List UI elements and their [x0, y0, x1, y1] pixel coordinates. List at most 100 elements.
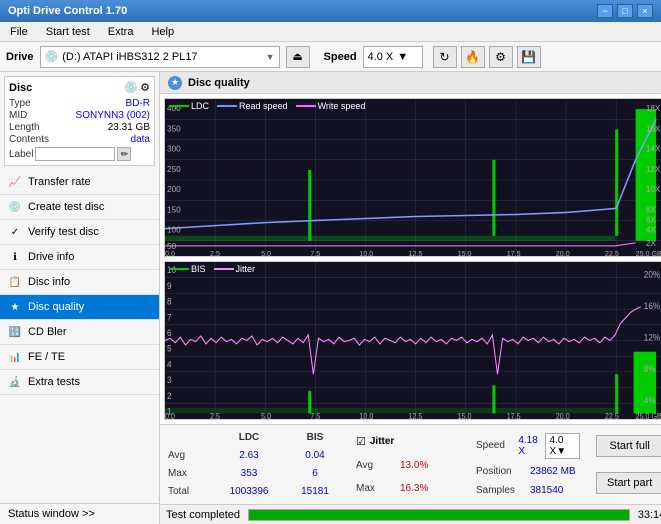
close-button[interactable]: × [637, 4, 653, 18]
settings-icon[interactable]: ⚙ [489, 46, 513, 68]
svg-text:12.5: 12.5 [408, 412, 422, 419]
total-label: Total [168, 486, 208, 497]
svg-text:100: 100 [167, 226, 181, 235]
max-label: Max [168, 468, 208, 479]
jitter-section: ☑ Jitter Avg 13.0% Max 16.3% [348, 425, 468, 504]
svg-text:7: 7 [167, 312, 172, 322]
label-edit-icon[interactable]: ✏ [117, 147, 131, 161]
extra-tests-icon: 🔬 [8, 375, 22, 389]
sidebar-item-disc-info[interactable]: 📋 Disc info [0, 270, 159, 295]
maximize-button[interactable]: □ [617, 4, 633, 18]
svg-text:8%: 8% [644, 364, 656, 374]
main-content: ★ Disc quality LDC Read speed [160, 72, 661, 524]
jitter-max-label: Max [356, 483, 396, 494]
verify-test-disc-icon: ✓ [8, 225, 22, 239]
stats-header-row: LDC BIS [168, 432, 340, 443]
samples-label: Samples [476, 485, 526, 496]
speed-select-value: 4.0 X [550, 435, 564, 457]
speed-label: Speed [324, 51, 357, 63]
svg-text:25.0 GB: 25.0 GB [636, 250, 661, 256]
menu-extra[interactable]: Extra [104, 25, 138, 39]
samples-value: 381540 [530, 485, 563, 496]
status-window-label: Status window >> [8, 508, 95, 520]
jitter-checkbox[interactable]: ☑ [356, 435, 366, 448]
bottom-chart: BIS Jitter [164, 261, 661, 420]
svg-text:15.0: 15.0 [458, 412, 472, 419]
start-full-button[interactable]: Start full [596, 435, 661, 457]
speed-selector[interactable]: 4.0 X ▼ [363, 46, 423, 68]
disc-panel-title: Disc [9, 82, 32, 94]
disc-quality-header: ★ Disc quality [160, 72, 661, 94]
stats-cell-max-bis: 6 [290, 468, 340, 479]
sidebar-item-transfer-rate[interactable]: 📈 Transfer rate [0, 170, 159, 195]
svg-text:22.5: 22.5 [605, 412, 619, 419]
main-layout: Disc 💿 ⚙ Type BD-R MID SONYNN3 (002) Len… [0, 72, 661, 524]
bottom-status-bar: Test completed 33:14 [160, 504, 661, 524]
stats-cell-avg-bis: 0.04 [290, 450, 340, 461]
speed-stat-selector[interactable]: 4.0 X▼ [545, 433, 581, 459]
mid-label: MID [9, 110, 27, 121]
svg-text:12%: 12% [644, 332, 661, 342]
menu-start-test[interactable]: Start test [42, 25, 94, 39]
label-input[interactable] [35, 147, 115, 161]
speed-position-section: Speed 4.18 X 4.0 X▼ Position 23862 MB Sa… [468, 425, 588, 504]
drive-selector[interactable]: 💿 (D:) ATAPI iHBS312 2 PL17 ▼ [40, 46, 280, 68]
total-bis-value: 15181 [301, 486, 329, 497]
nav-label-cd-bler: CD Bler [28, 326, 67, 338]
bottom-chart-svg: 10 9 8 7 6 5 4 3 2 1 20% 16% 12% 8% 4% [165, 262, 661, 419]
bis-color [169, 268, 189, 270]
svg-text:350: 350 [167, 124, 181, 133]
save-icon[interactable]: 💾 [517, 46, 541, 68]
stats-max-row: Max 353 6 [168, 468, 340, 479]
nav-label-drive-info: Drive info [28, 251, 74, 263]
disc-quality-icon: ★ [8, 300, 22, 314]
start-part-button[interactable]: Start part [596, 472, 661, 494]
avg-bis-value: 0.04 [305, 450, 324, 461]
stats-cell-total-bis: 15181 [290, 486, 340, 497]
menu-file[interactable]: File [6, 25, 32, 39]
sidebar-item-cd-bler[interactable]: 🔢 CD Bler [0, 320, 159, 345]
svg-text:5: 5 [167, 343, 172, 353]
disc-mid-row: MID SONYNN3 (002) [9, 110, 150, 121]
svg-text:4%: 4% [644, 395, 656, 405]
sidebar-item-fe-te[interactable]: 📊 FE / TE [0, 345, 159, 370]
contents-value: data [131, 134, 150, 145]
disc-settings-icon[interactable]: ⚙ [140, 81, 150, 94]
sidebar-item-disc-quality[interactable]: ★ Disc quality [0, 295, 159, 320]
speed-value: 4.0 X [368, 51, 394, 63]
legend-jitter-label: Jitter [236, 264, 256, 274]
sidebar-item-extra-tests[interactable]: 🔬 Extra tests [0, 370, 159, 395]
svg-text:17.5: 17.5 [507, 250, 521, 256]
sidebar-item-create-test-disc[interactable]: 💿 Create test disc [0, 195, 159, 220]
top-chart-svg: 400 350 300 250 200 150 100 50 18X 16X 1… [165, 99, 661, 256]
svg-text:10.0: 10.0 [359, 412, 373, 419]
svg-text:8: 8 [167, 296, 172, 306]
menu-help[interactable]: Help [147, 25, 178, 39]
svg-text:2.5: 2.5 [210, 412, 220, 419]
time-text: 33:14 [638, 509, 661, 521]
svg-text:18X: 18X [646, 104, 661, 113]
status-window-button[interactable]: Status window >> [0, 503, 159, 524]
jitter-max-row: Max 16.3% [356, 483, 460, 494]
legend-jitter: Jitter [214, 264, 256, 274]
max-ldc-value: 353 [241, 468, 258, 479]
top-chart: LDC Read speed Write speed [164, 98, 661, 257]
refresh-icon[interactable]: ↻ [433, 46, 457, 68]
progress-bar [248, 509, 630, 521]
menu-bar: File Start test Extra Help [0, 22, 661, 42]
minimize-button[interactable]: − [597, 4, 613, 18]
sidebar-item-verify-test-disc[interactable]: ✓ Verify test disc [0, 220, 159, 245]
svg-text:20.0: 20.0 [556, 412, 570, 419]
svg-text:6X: 6X [646, 216, 657, 225]
disc-contents-row: Contents data [9, 134, 150, 145]
disc-label-row: Label ✏ [9, 147, 150, 161]
eject-button[interactable]: ⏏ [286, 46, 310, 68]
nav-label-transfer-rate: Transfer rate [28, 176, 91, 188]
avg-label: Avg [168, 450, 208, 461]
svg-text:300: 300 [167, 145, 181, 154]
sidebar-item-drive-info[interactable]: ℹ Drive info [0, 245, 159, 270]
svg-text:16%: 16% [644, 301, 661, 311]
disc-panel-header: Disc 💿 ⚙ [9, 81, 150, 94]
sidebar: Disc 💿 ⚙ Type BD-R MID SONYNN3 (002) Len… [0, 72, 160, 524]
burn-icon[interactable]: 🔥 [461, 46, 485, 68]
